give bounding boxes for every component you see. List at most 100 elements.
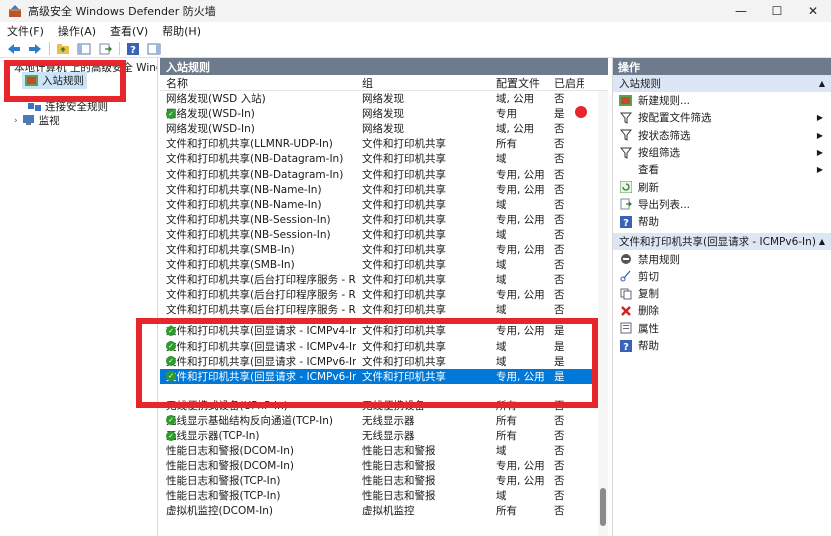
maximize-button[interactable]: ☐ xyxy=(759,0,795,22)
table-row[interactable]: 文件和打印机共享(NB-Session-In) 文件和打印机共享 域 否 xyxy=(160,227,608,242)
table-row[interactable]: 文件和打印机共享(NB-Datagram-In) 文件和打印机共享 域 否 xyxy=(160,151,608,166)
action-item[interactable]: 按配置文件筛选 ▶ xyxy=(613,109,831,126)
filter-icon xyxy=(619,129,632,142)
tree-item-connection-security[interactable]: 连接安全规则 xyxy=(28,99,108,114)
action-item[interactable]: ? 帮助 xyxy=(613,213,831,230)
column-name[interactable]: 名称 xyxy=(166,75,356,91)
table-row[interactable]: 网络发现(WSD 入站) 网络发现 域, 公用 否 xyxy=(160,91,608,106)
table-row[interactable]: 性能日志和警报(TCP-In) 性能日志和警报 域 否 xyxy=(160,488,608,503)
table-row[interactable]: 性能日志和警报(TCP-In) 性能日志和警报 专用, 公用否 xyxy=(160,473,608,488)
rule-enabled-cell: 否 xyxy=(554,289,565,302)
action-item[interactable]: 属性 xyxy=(613,320,831,337)
rule-name-cell: ✓ 文件和打印机共享(回显请求 - ICMPv6-In) xyxy=(166,368,356,384)
table-row[interactable]: 性能日志和警报(DCOM-In) 性能日志和警报 专用, 公用否 xyxy=(160,458,608,473)
export-list-icon[interactable] xyxy=(97,42,113,56)
rule-profile-cell: 域 xyxy=(496,153,507,166)
menu-file[interactable]: 文件(F) xyxy=(0,23,51,39)
action-item[interactable]: 按组筛选 ▶ xyxy=(613,144,831,161)
show-action-pane-icon[interactable] xyxy=(146,42,162,56)
table-row[interactable]: ✓ 文件和打印机共享(回显请求 - ICMPv6-In) 文件和打印机共享 专用, 公… xyxy=(160,368,608,384)
table-row[interactable]: 性能日志和警报(DCOM-In) 性能日志和警报 域 否 xyxy=(160,443,608,458)
table-row[interactable]: 文件和打印机共享(后台打印程序服务 - R... 文件和打印机共享 域 否 xyxy=(160,302,608,317)
actions-list-rule: 禁用规则 剪切 复制 删除 属性? 帮助 xyxy=(613,250,831,354)
action-item[interactable]: 复制 xyxy=(613,285,831,302)
filter-icon xyxy=(619,146,632,159)
rule-group-cell: 网络发现 xyxy=(362,93,404,106)
column-group[interactable]: 组 xyxy=(362,75,492,91)
action-item[interactable]: 新建规则... xyxy=(613,92,831,109)
rule-group-cell: 文件和打印机共享 xyxy=(362,183,446,196)
action-item[interactable]: 禁用规则 xyxy=(613,250,831,267)
table-row[interactable]: 文件和打印机共享(NB-Name-In) 文件和打印机共享 专用, 公用否 xyxy=(160,182,608,197)
table-row[interactable]: 文件和打印机共享(LLMNR-UDP-In) 文件和打印机共享 所有 否 xyxy=(160,136,608,151)
chevron-right-icon[interactable]: › xyxy=(14,116,18,126)
table-row[interactable]: 文件和打印机共享(后台打印程序服务 - R... 文件和打印机共享 域 否 xyxy=(160,272,608,287)
rule-profile-cell: 专用 xyxy=(496,108,517,121)
submenu-arrow-icon: ▶ xyxy=(816,130,823,140)
table-row[interactable]: 文件和打印机共享(NB-Session-In) 文件和打印机共享 专用, 公用否 xyxy=(160,212,608,227)
disabled-rule-icon xyxy=(166,476,176,486)
vertical-scrollbar[interactable] xyxy=(598,91,608,536)
action-label: 帮助 xyxy=(638,216,659,229)
rule-name: 网络发现(WSD-In) xyxy=(166,123,255,136)
action-label: 新建规则... xyxy=(638,95,691,108)
table-row[interactable]: 文件和打印机共享(SMB-In) 文件和打印机共享 域 否 xyxy=(160,257,608,272)
table-row[interactable]: ✓ 文件和打印机共享(回显请求 - ICMPv4-In) 文件和打印机共享 专用, 公… xyxy=(160,323,608,338)
back-arrow-icon[interactable] xyxy=(6,42,22,56)
disabled-rule-icon xyxy=(166,184,176,194)
scrollbar-thumb[interactable] xyxy=(600,488,606,526)
disabled-rule-icon xyxy=(166,229,176,239)
table-row[interactable]: 网络发现(WSD-In) 网络发现 域, 公用 否 xyxy=(160,121,608,136)
table-row[interactable]: 文件和打印机共享(后台打印程序服务 - R... 文件和打印机共享 专用, 公用否 xyxy=(160,287,608,302)
rule-name: 文件和打印机共享(回显请求 - ICMPv6-In) xyxy=(166,370,356,383)
enabled-check-icon: ✓ xyxy=(166,108,176,119)
action-item[interactable]: 按状态筛选 ▶ xyxy=(613,127,831,144)
show-hide-tree-icon[interactable] xyxy=(76,42,92,56)
action-item[interactable]: 剪切 xyxy=(613,268,831,285)
disable-icon xyxy=(619,253,632,266)
table-row[interactable]: 无线便携式设备(UPnP-In) 无线便携设备 所有 否 xyxy=(160,398,608,413)
action-item[interactable]: 查看 ▶ xyxy=(613,161,831,178)
actions-section-inbound-rules[interactable]: 入站规则 ▲ xyxy=(613,75,831,92)
menu-help[interactable]: 帮助(H) xyxy=(155,23,208,39)
annotation-dot xyxy=(575,106,587,118)
table-row[interactable]: ✓ 无线显示基础结构反向通道(TCP-In) 无线显示器 所有 否 xyxy=(160,413,608,428)
help-icon[interactable]: ? xyxy=(125,42,141,56)
table-row[interactable]: ✓ 无线显示器(TCP-In) 无线显示器 所有 否 xyxy=(160,428,608,443)
table-row[interactable]: ✓ 文件和打印机共享(回显请求 - ICMPv6-In) 文件和打印机共享 域 是 xyxy=(160,354,608,369)
close-button[interactable]: ✕ xyxy=(795,0,831,22)
rule-group-cell: 性能日志和警报 xyxy=(362,490,436,503)
column-enabled[interactable]: 已启用 xyxy=(554,75,584,91)
action-item[interactable]: 导出列表... xyxy=(613,196,831,213)
rule-name-cell: 文件和打印机共享(LLMNR-UDP-In) xyxy=(166,136,356,151)
table-row[interactable]: 文件和打印机共享(NB-Name-In) 文件和打印机共享 域 否 xyxy=(160,197,608,212)
action-item[interactable]: ? 帮助 xyxy=(613,337,831,354)
collapse-caret-icon[interactable]: ▲ xyxy=(819,237,825,246)
action-item[interactable]: 刷新 xyxy=(613,178,831,195)
menu-action[interactable]: 操作(A) xyxy=(51,23,103,39)
up-folder-icon[interactable] xyxy=(55,42,71,56)
monitor-icon xyxy=(22,115,35,126)
column-profile[interactable]: 配置文件 xyxy=(496,75,550,91)
actions-title: 操作 xyxy=(613,58,831,75)
tree-item-inbound-rules[interactable]: 入站规则 xyxy=(22,72,87,89)
rule-group-cell: 文件和打印机共享 xyxy=(362,213,446,226)
rule-enabled-cell: 是 xyxy=(554,340,565,353)
rule-name: 文件和打印机共享(后台打印程序服务 - R... xyxy=(166,304,356,317)
table-row[interactable]: ✓ 文件和打印机共享(回显请求 - ICMPv4-In) 文件和打印机共享 域 是 xyxy=(160,339,608,354)
forward-arrow-icon[interactable] xyxy=(27,42,43,56)
action-item[interactable]: 删除 xyxy=(613,302,831,319)
actions-section-selected-rule[interactable]: 文件和打印机共享(回显请求 - ICMPv6-In) ▲ xyxy=(613,233,831,251)
collapse-caret-icon[interactable]: ▲ xyxy=(819,79,825,88)
tree-item-monitor[interactable]: › 监视 xyxy=(14,113,60,128)
rule-enabled-cell: 否 xyxy=(554,399,565,412)
minimize-button[interactable]: — xyxy=(723,0,759,22)
table-row[interactable]: 虚拟机监控(DCOM-In) 虚拟机监控 所有 否 xyxy=(160,503,608,518)
disabled-rule-icon xyxy=(166,491,176,501)
menu-view[interactable]: 查看(V) xyxy=(103,23,155,39)
table-row[interactable]: 文件和打印机共享(NB-Datagram-In) 文件和打印机共享 专用, 公用否 xyxy=(160,166,608,181)
table-row[interactable]: 文件和打印机共享(SMB-In) 文件和打印机共享 专用, 公用否 xyxy=(160,242,608,257)
rule-name-cell: 文件和打印机共享(NB-Session-In) xyxy=(166,212,356,227)
table-row[interactable]: ✓ 网络发现(WSD-In) 网络发现 专用是 xyxy=(160,106,608,121)
rule-name-cell: 网络发现(WSD 入站) xyxy=(166,91,356,106)
